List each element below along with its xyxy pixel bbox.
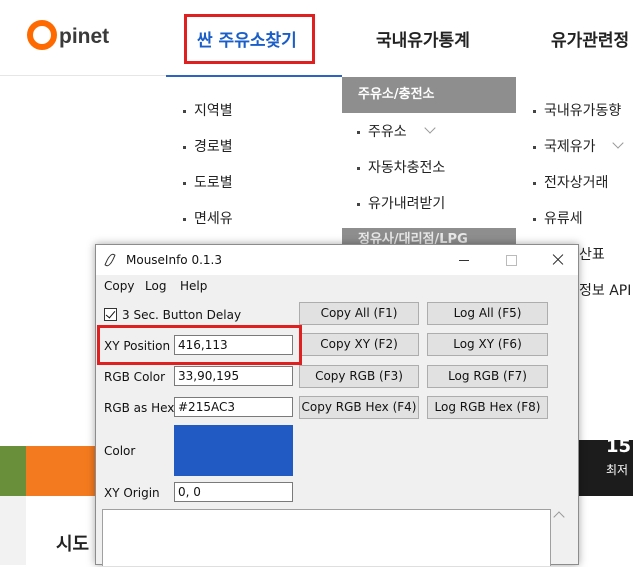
log-rgb-hex-button[interactable]: Log RGB Hex (F8) — [427, 396, 548, 419]
log-rgb-button[interactable]: Log RGB (F7) — [427, 365, 548, 388]
menu-domestic-trend[interactable]: 국내유가동향 — [533, 100, 621, 120]
rgb-color-field[interactable]: 33,90,195 — [174, 366, 293, 386]
menu-fuel-tax[interactable]: 유류세 — [533, 208, 583, 228]
menu-log[interactable]: Log — [145, 279, 166, 293]
xy-highlight-box — [97, 325, 302, 365]
copy-xy-button[interactable]: Copy XY (F2) — [299, 333, 419, 356]
rgb-hex-field[interactable]: #215AC3 — [174, 397, 293, 417]
menu-station-heading: 주유소/충전소 — [342, 77, 516, 113]
rgb-hex-label: RGB as Hex — [104, 401, 175, 415]
menu-price-download[interactable]: 유가내려받기 — [357, 193, 445, 213]
xy-origin-label: XY Origin — [104, 486, 160, 500]
window-title: MouseInfo 0.1.3 — [126, 253, 222, 267]
opinet-logo[interactable]: O pinet — [27, 14, 109, 58]
menu-e-commerce[interactable]: 전자상거래 — [533, 172, 608, 192]
button-delay-label: 3 Sec. Button Delay — [122, 308, 242, 322]
menu-partial-api[interactable]: 정보 API — [579, 280, 631, 300]
menu-car-charging[interactable]: 자동차충전소 — [357, 157, 445, 177]
menu-gas-station[interactable]: 주유소 — [357, 121, 407, 141]
nav-highlight-box — [184, 14, 315, 64]
copy-all-button[interactable]: Copy All (F1) — [299, 302, 419, 325]
title-bar[interactable]: MouseInfo 0.1.3 — [96, 245, 578, 275]
menu-intl-oil[interactable]: 국제유가 — [533, 136, 596, 156]
banner-number: 15 — [606, 436, 632, 457]
log-xy-button[interactable]: Log XY (F6) — [427, 333, 548, 356]
menu-by-route[interactable]: 경로별 — [183, 136, 233, 156]
copy-rgb-button[interactable]: Copy RGB (F3) — [299, 365, 419, 388]
nav-price-related[interactable]: 유가관련정 — [551, 26, 629, 51]
menu-partial-calc[interactable]: 산표 — [579, 244, 605, 264]
feather-icon — [104, 252, 116, 268]
nav-domestic-price-stats[interactable]: 국내유가통계 — [376, 26, 470, 51]
copy-rgb-hex-button[interactable]: Copy RGB Hex (F4) — [299, 396, 419, 419]
banner-lowest-label: 최저 — [606, 463, 629, 477]
minimize-icon[interactable] — [441, 245, 487, 275]
scroll-up-icon[interactable] — [553, 511, 565, 523]
log-all-button[interactable]: Log All (F5) — [427, 302, 548, 325]
menu-help[interactable]: Help — [180, 279, 207, 293]
close-icon[interactable] — [534, 245, 580, 275]
site-header: O pinet 싼 주유소찾기 국내유가통계 유가관련정 — [0, 0, 633, 76]
sido-heading: 시도 — [56, 534, 90, 555]
color-label: Color — [104, 444, 136, 458]
menu-copy[interactable]: Copy — [104, 279, 134, 293]
button-delay-checkbox[interactable] — [104, 308, 117, 321]
mouseinfo-window: MouseInfo 0.1.3 Copy Log Help 3 Sec. But… — [95, 244, 579, 566]
log-textarea[interactable] — [102, 509, 551, 566]
bottom-left-bg — [0, 496, 26, 565]
logo-text: pinet — [59, 25, 110, 48]
maximize-icon[interactable] — [488, 245, 534, 275]
color-swatch — [174, 425, 293, 476]
rgb-color-label: RGB Color — [104, 370, 166, 384]
menu-tax-free[interactable]: 면세유 — [183, 208, 233, 228]
xy-origin-field[interactable]: 0, 0 — [174, 482, 293, 502]
menu-by-region[interactable]: 지역별 — [183, 100, 233, 120]
banner-image — [0, 446, 26, 496]
logo-o-mark: O — [27, 20, 57, 50]
menu-bar: Copy Log Help — [96, 275, 578, 297]
menu-by-road[interactable]: 도로별 — [183, 172, 233, 192]
